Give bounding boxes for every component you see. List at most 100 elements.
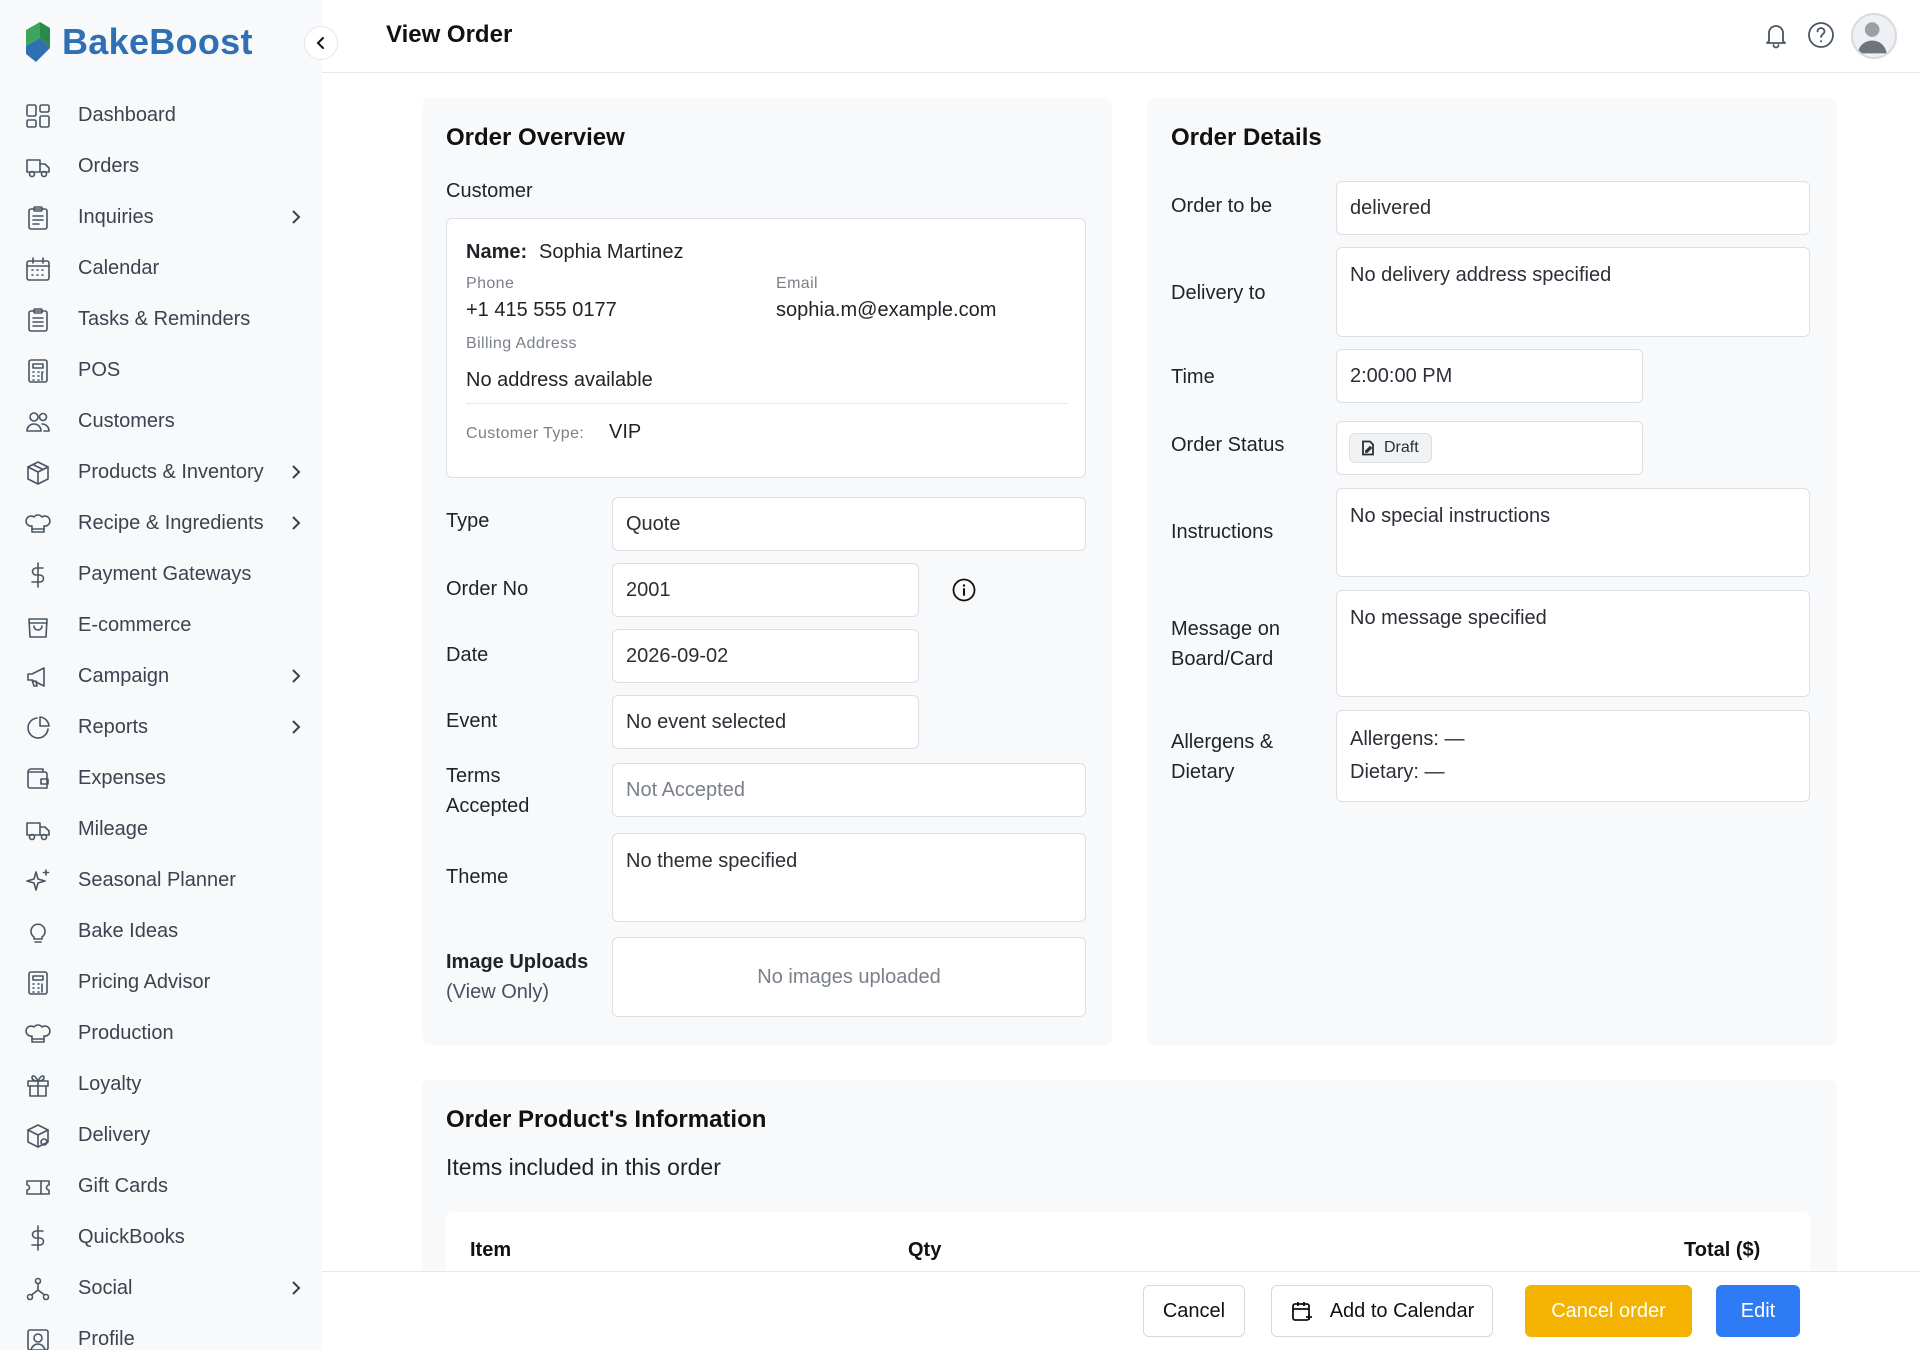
- terms-accepted-field[interactable]: Not Accepted: [612, 763, 1086, 817]
- sidebar-item-recipe-ingredients[interactable]: Recipe & Ingredients: [0, 498, 322, 549]
- chevron-right-icon[interactable]: [287, 1279, 305, 1297]
- delivery-to-label: Delivery to: [1171, 282, 1266, 304]
- sidebar-item-products-inventory[interactable]: Products & Inventory: [0, 447, 322, 498]
- customer-info-box: Name: Sophia Martinez Phone +1 415 555 0…: [446, 218, 1086, 478]
- sidebar-item-campaign[interactable]: Campaign: [0, 651, 322, 702]
- bell-icon[interactable]: [1761, 20, 1791, 50]
- truck-icon: [24, 816, 52, 844]
- image-uploads-sublabel: (View Only): [446, 981, 549, 1003]
- sidebar-item-expenses[interactable]: Expenses: [0, 753, 322, 804]
- sidebar-item-label: Reports: [78, 716, 149, 738]
- sidebar-item-social[interactable]: Social: [0, 1263, 322, 1314]
- sidebar-item-loyalty[interactable]: Loyalty: [0, 1059, 322, 1110]
- order-no-field[interactable]: 2001: [612, 563, 919, 617]
- sidebar-item-label: Pricing Advisor: [78, 971, 211, 993]
- sidebar-item-label: Bake Ideas: [78, 920, 179, 942]
- image-uploads-label: Image Uploads: [446, 951, 589, 973]
- sidebar-item-label: Campaign: [78, 665, 170, 687]
- chevron-right-icon[interactable]: [287, 667, 305, 685]
- delivery-address-field[interactable]: No delivery address specified: [1336, 247, 1810, 337]
- order-to-be-label: Order to be: [1171, 195, 1273, 217]
- clipboard-icon: [24, 204, 52, 232]
- sidebar-item-tasks-reminders[interactable]: Tasks & Reminders: [0, 294, 322, 345]
- dollar-icon: [24, 1224, 52, 1252]
- sidebar-item-customers[interactable]: Customers: [0, 396, 322, 447]
- sidebar-item-production[interactable]: Production: [0, 1008, 322, 1059]
- chevron-right-icon[interactable]: [287, 463, 305, 481]
- status-badge-label: Draft: [1384, 439, 1419, 456]
- order-status-field[interactable]: Draft: [1336, 421, 1643, 475]
- sidebar-item-pos[interactable]: POS: [0, 345, 322, 396]
- theme-field[interactable]: No theme specified: [612, 833, 1086, 922]
- message-label-line-2: Board/Card: [1171, 648, 1274, 670]
- info-icon[interactable]: [951, 577, 977, 603]
- sidebar-item-gift-cards[interactable]: Gift Cards: [0, 1161, 322, 1212]
- sidebar-item-profile[interactable]: Profile: [0, 1314, 322, 1350]
- cancel-button[interactable]: Cancel: [1143, 1285, 1245, 1337]
- date-field[interactable]: 2026-09-02: [612, 629, 919, 683]
- sidebar-item-label: Profile: [78, 1328, 135, 1350]
- customer-heading: Customer: [446, 180, 533, 202]
- column-header-qty: Qty: [908, 1239, 942, 1261]
- sidebar-item-mileage[interactable]: Mileage: [0, 804, 322, 855]
- sidebar-item-e-commerce[interactable]: E-commerce: [0, 600, 322, 651]
- sidebar-item-calendar[interactable]: Calendar: [0, 243, 322, 294]
- sidebar-item-label: Payment Gateways: [78, 563, 252, 585]
- sidebar-item-seasonal-planner[interactable]: Seasonal Planner: [0, 855, 322, 906]
- sidebar-item-label: Expenses: [78, 767, 166, 789]
- sidebar-item-payment-gateways[interactable]: Payment Gateways: [0, 549, 322, 600]
- order-status-label: Order Status: [1171, 434, 1285, 456]
- time-field[interactable]: 2:00:00 PM: [1336, 349, 1643, 403]
- sidebar-item-bake-ideas[interactable]: Bake Ideas: [0, 906, 322, 957]
- dollar-icon: [24, 561, 52, 589]
- sidebar-item-label: Loyalty: [78, 1073, 142, 1095]
- customer-type-label: Customer Type:: [466, 425, 585, 442]
- sidebar-item-inquiries[interactable]: Inquiries: [0, 192, 322, 243]
- order-to-be-field[interactable]: delivered: [1336, 181, 1810, 235]
- sidebar-item-delivery[interactable]: Delivery: [0, 1110, 322, 1161]
- products-table-header: Item Qty Total ($): [446, 1212, 1810, 1272]
- cancel-order-button[interactable]: Cancel order: [1525, 1285, 1692, 1337]
- customer-name-label: Name:: [466, 241, 528, 263]
- edit-button[interactable]: Edit: [1716, 1285, 1800, 1337]
- sidebar-item-label: Tasks & Reminders: [78, 308, 251, 330]
- type-label: Type: [446, 510, 490, 532]
- sidebar-item-label: Orders: [78, 155, 140, 177]
- chevron-right-icon[interactable]: [287, 208, 305, 226]
- sidebar-item-pricing-advisor[interactable]: Pricing Advisor: [0, 957, 322, 1008]
- sidebar-item-label: Mileage: [78, 818, 149, 840]
- calendar-icon: [24, 255, 52, 283]
- collapse-sidebar-button[interactable]: [304, 26, 338, 60]
- help-icon[interactable]: [1806, 20, 1836, 50]
- terms-label-line-2: Accepted: [446, 795, 530, 817]
- wallet-icon: [24, 765, 52, 793]
- email-label: Email: [776, 275, 819, 292]
- chef-hat-icon: [24, 510, 52, 538]
- sidebar-item-quickbooks[interactable]: QuickBooks: [0, 1212, 322, 1263]
- chevron-right-icon[interactable]: [287, 514, 305, 532]
- allergens-value: Allergens: —: [1350, 728, 1465, 750]
- instructions-field[interactable]: No special instructions: [1336, 488, 1810, 577]
- brand-logo[interactable]: BakeBoost: [22, 18, 253, 66]
- gift-icon: [24, 1071, 52, 1099]
- image-uploads-area[interactable]: No images uploaded: [612, 937, 1086, 1017]
- sidebar-item-dashboard[interactable]: Dashboard: [0, 90, 322, 141]
- allergens-field[interactable]: Allergens: — Dietary: —: [1336, 710, 1810, 802]
- type-field[interactable]: Quote: [612, 497, 1086, 551]
- column-header-item: Item: [470, 1239, 512, 1261]
- chevron-right-icon[interactable]: [287, 718, 305, 736]
- action-bar: Cancel Add to Calendar Cancel order Edit: [322, 1271, 1920, 1350]
- sidebar-item-label: Delivery: [78, 1124, 151, 1146]
- calculator-icon: [24, 357, 52, 385]
- add-to-calendar-button[interactable]: Add to Calendar: [1271, 1285, 1493, 1337]
- date-label: Date: [446, 644, 489, 666]
- brand-name: BakeBoost: [62, 21, 253, 62]
- avatar[interactable]: [1851, 13, 1897, 59]
- box-icon: [24, 459, 52, 487]
- event-field[interactable]: No event selected: [612, 695, 919, 749]
- sidebar-item-orders[interactable]: Orders: [0, 141, 322, 192]
- page-title: View Order: [386, 21, 513, 48]
- message-field[interactable]: No message specified: [1336, 590, 1810, 697]
- order-products-title: Order Product's Information: [446, 1106, 767, 1133]
- sidebar-item-reports[interactable]: Reports: [0, 702, 322, 753]
